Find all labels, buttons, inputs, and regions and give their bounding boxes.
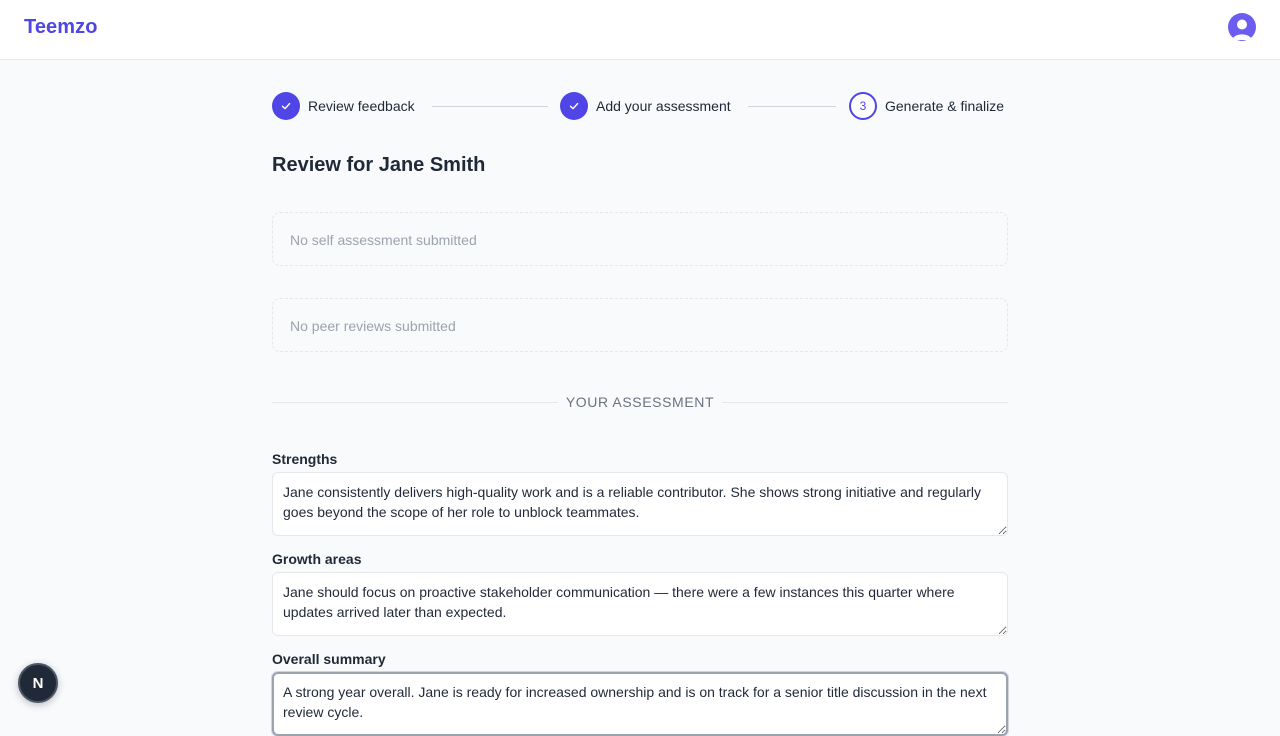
peer-reviews-card: No peer reviews submitted: [272, 298, 1008, 352]
strengths-label: Strengths: [272, 451, 338, 467]
growth-areas-textarea[interactable]: Jane should focus on proactive stakehold…: [272, 572, 1008, 636]
self-assessment-card: No self assessment submitted: [272, 212, 1008, 266]
step-review-feedback[interactable]: Review feedback: [272, 92, 415, 120]
top-bar: Teemzo: [0, 0, 1280, 60]
step-number-badge: 3: [849, 92, 877, 120]
step-label: Generate & finalize: [885, 98, 1005, 114]
progress-stepper: Review feedback Add your assessment 3 Ge…: [272, 92, 1008, 120]
step-number: 3: [859, 99, 867, 113]
strengths-textarea[interactable]: Jane consistently delivers high-quality …: [272, 472, 1008, 536]
self-assessment-empty-text: No self assessment submitted: [290, 232, 477, 248]
step-add-assessment[interactable]: Add your assessment: [560, 92, 731, 120]
section-heading: YOUR ASSESSMENT: [565, 394, 715, 410]
dev-tools-badge[interactable]: N: [18, 663, 58, 703]
step-label: Add your assessment: [596, 98, 731, 114]
step-connector: [748, 106, 836, 107]
overall-summary-label: Overall summary: [272, 651, 386, 667]
step-generate-finalize[interactable]: 3 Generate & finalize: [849, 92, 1004, 120]
dev-tools-letter: N: [32, 674, 44, 692]
page-title: Review for Jane Smith: [272, 154, 486, 176]
brand-logo[interactable]: Teemzo: [24, 16, 98, 39]
section-divider-left: [272, 402, 558, 403]
step-label: Review feedback: [308, 98, 415, 114]
growth-areas-label: Growth areas: [272, 551, 362, 567]
check-icon: [560, 92, 588, 120]
section-divider-right: [722, 402, 1008, 403]
step-connector: [432, 106, 548, 107]
user-avatar-icon[interactable]: [1228, 13, 1256, 41]
overall-summary-textarea[interactable]: A strong year overall. Jane is ready for…: [272, 672, 1008, 736]
peer-reviews-empty-text: No peer reviews submitted: [290, 318, 456, 334]
check-icon: [272, 92, 300, 120]
